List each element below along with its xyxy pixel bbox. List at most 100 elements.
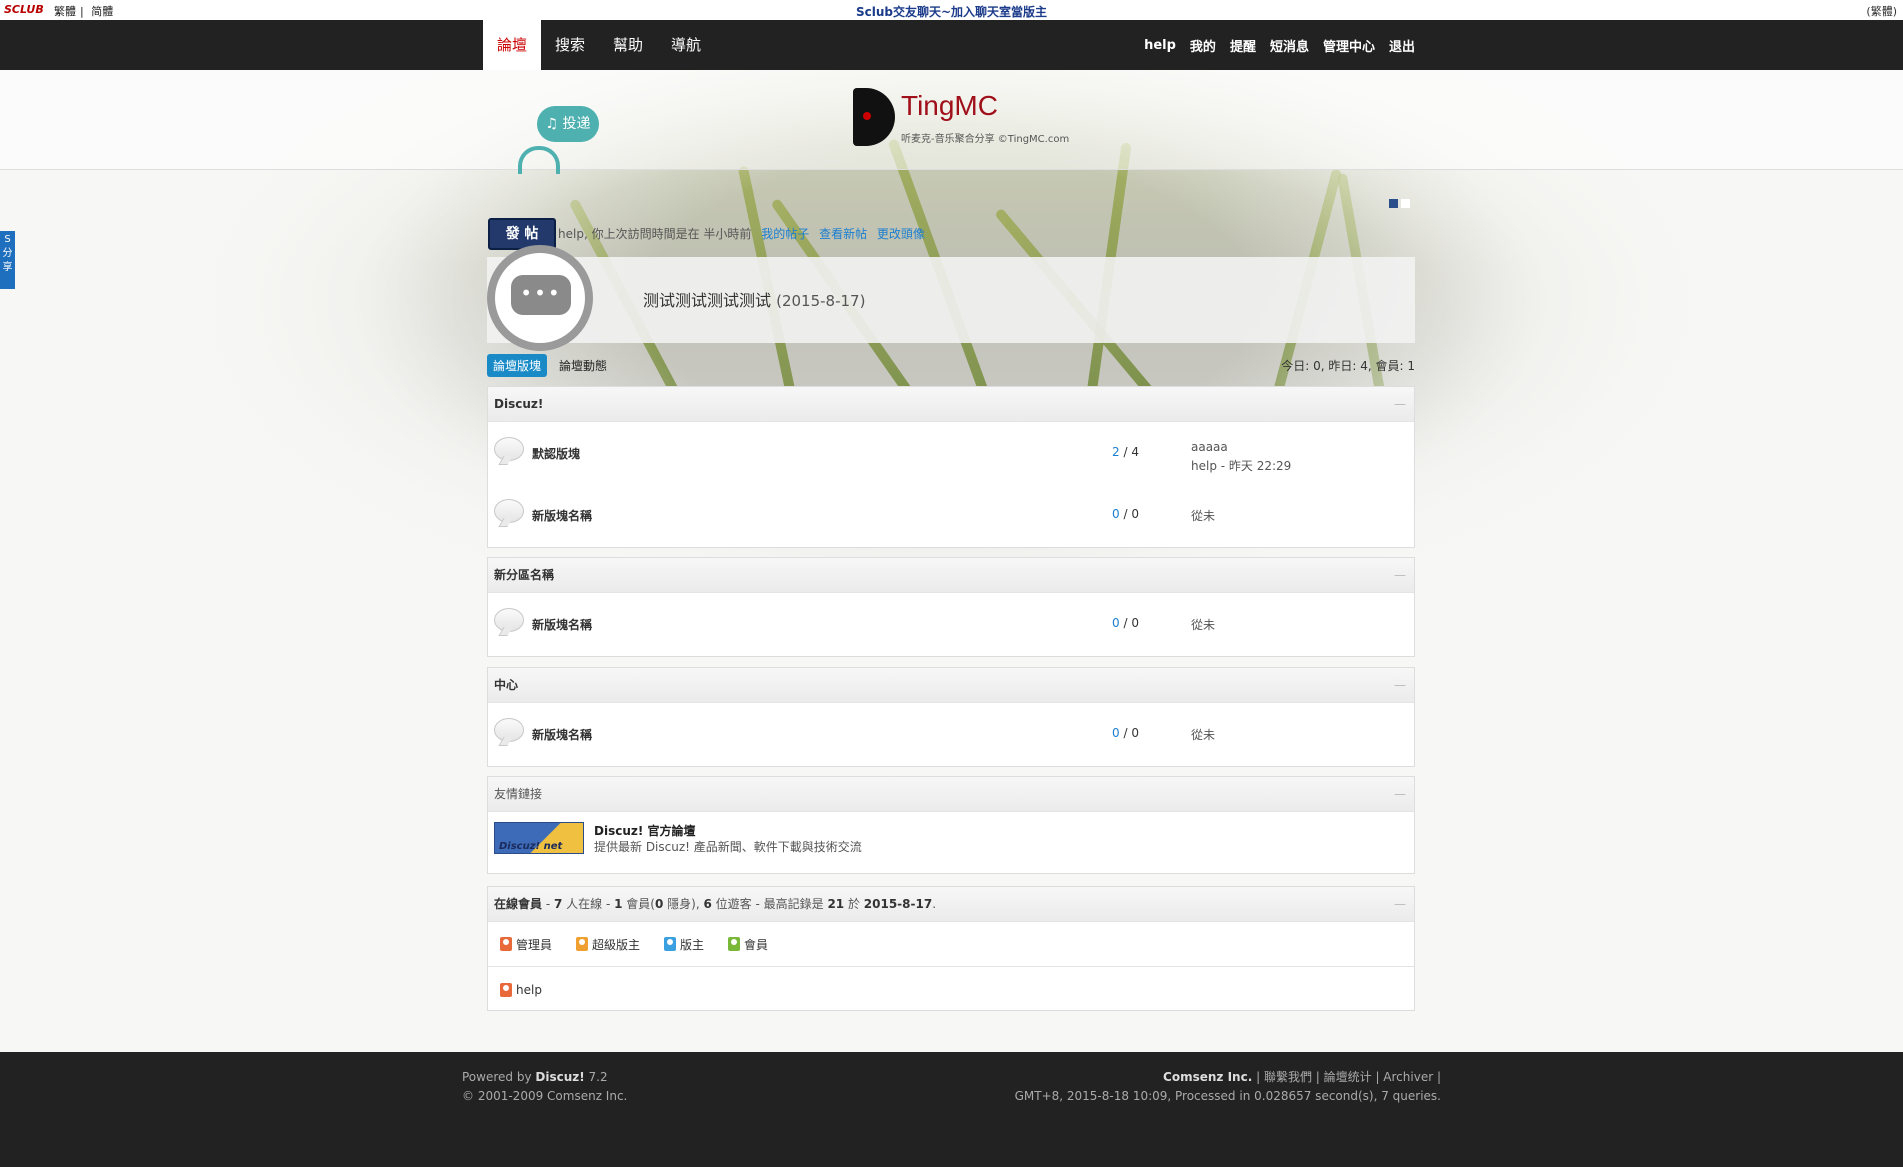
online-label: 在線會員 (494, 897, 543, 911)
forum-bubble-icon (494, 437, 524, 461)
forum-topic-count: 0 (1112, 616, 1120, 630)
top-bar: SCLUB 繁體 | 简體 Sclub交友聊天~加入聊天室當版主 (繁體) (0, 0, 1903, 21)
category-new-section: 新分區名稱 — 新版塊名稱 0 / 0 從未 (487, 557, 1415, 657)
nav-logout[interactable]: 退出 (1389, 36, 1415, 55)
nav-my[interactable]: 我的 (1190, 36, 1216, 55)
category-title[interactable]: 新分區名稱 (494, 568, 554, 582)
footer-left: Powered by Discuz! 7.2 © 2001-2009 Comse… (462, 1068, 627, 1106)
product-link[interactable]: Discuz! (535, 1070, 584, 1084)
forum-last-post: 從未 (1191, 618, 1216, 632)
last-post-title[interactable]: aaaaa (1191, 438, 1291, 457)
super-moderator-user-icon (576, 937, 589, 951)
company-link[interactable]: Comsenz Inc. (1163, 1070, 1252, 1084)
count-separator: / (1119, 445, 1132, 459)
collapse-icon[interactable]: — (1394, 887, 1406, 921)
copyright: © 2001-2009 Comsenz Inc. (462, 1089, 628, 1103)
main-nav: 論壇 搜索 幫助 導航 help 我的 提醒 短消息 管理中心 退出 (0, 20, 1903, 70)
nav-admin-center[interactable]: 管理中心 (1323, 36, 1375, 55)
collapse-icon[interactable]: — (1394, 558, 1406, 592)
slideshow-dots (1389, 199, 1413, 208)
submit-music-button[interactable]: ♫ 投递 (537, 106, 599, 142)
powered-prefix: Powered by (462, 1070, 536, 1084)
legend-moderator: 版主 (664, 936, 704, 953)
admin-user-icon (500, 983, 512, 997)
category-discuz: Discuz! — 默認版塊 2 / 4 aaaaa help - 昨天 22:2… (487, 386, 1415, 548)
forum-view-tabs: 論壇版塊 論壇動態 (487, 354, 619, 377)
category-title[interactable]: Discuz! (494, 397, 543, 411)
announcement-title[interactable]: 测试测试测试测试 (643, 291, 771, 310)
footer-right: Comsenz Inc. | 聯繫我們 | 論壇统计 | Archiver | … (1015, 1068, 1441, 1106)
collapse-icon[interactable]: — (1394, 387, 1406, 421)
top-right-lang[interactable]: (繁體) (1866, 3, 1897, 19)
forum-row: 新版塊名稱 0 / 0 從未 (488, 703, 1414, 765)
forum-topic-count: 2 (1112, 445, 1120, 459)
legend-label: 會員 (744, 937, 769, 952)
nav-forum[interactable]: 論壇 (483, 20, 542, 70)
forum-topic-count: 0 (1112, 726, 1120, 740)
online-text: 隱身), (663, 897, 704, 911)
forum-name[interactable]: 默認版塊 (532, 445, 580, 462)
online-members-header[interactable]: 在線會員 - 7 人在線 - 1 會員(0 隱身), 6 位遊客 - 最高記錄是… (488, 887, 1414, 922)
announcement-panel: ••• 测试测试测试测试 (2015-8-17) (487, 245, 1415, 351)
moderator-user-icon (664, 937, 677, 951)
category-center: 中心 — 新版塊名稱 0 / 0 從未 (487, 667, 1415, 767)
my-posts-link[interactable]: 我的帖子 (761, 227, 809, 241)
member-user-icon (728, 937, 741, 951)
top-banner-link[interactable]: Sclub交友聊天~加入聊天室當版主 (0, 3, 1903, 20)
share-sidebar-tab[interactable]: S 分享 (0, 231, 15, 289)
friend-links-header[interactable]: 友情鏈接 — (488, 777, 1414, 812)
processing-info: GMT+8, 2015-8-18 10:09, Processed in 0.0… (1014, 1089, 1441, 1103)
nav-search[interactable]: 搜索 (541, 20, 599, 70)
friend-link-title[interactable]: Discuz! 官方論壇 (594, 822, 696, 839)
forum-name[interactable]: 新版塊名稱 (532, 726, 592, 743)
nav-notifications[interactable]: 提醒 (1230, 36, 1256, 55)
legend-label: 超級版主 (592, 937, 641, 952)
forum-counts: 0 / 0 (1112, 507, 1139, 521)
announcement-link[interactable]: 测试测试测试测试 (2015-8-17) (643, 287, 865, 311)
friend-links-box: 友情鏈接 — Discuz! net Discuz! 官方論壇 提供最新 Disc… (487, 776, 1415, 874)
count-separator: / (1119, 616, 1132, 630)
nav-help[interactable]: 幫助 (599, 20, 657, 70)
discuz-net-logo[interactable]: Discuz! net (494, 822, 584, 854)
powered-by: Powered by Discuz! 7.2 (462, 1068, 627, 1087)
nav-messages[interactable]: 短消息 (1270, 36, 1309, 55)
online-text: . (932, 897, 937, 911)
online-user-link[interactable]: help (516, 983, 542, 997)
nav-user-menu: help 我的 提醒 短消息 管理中心 退出 (1130, 20, 1415, 70)
forum-row: 默認版塊 2 / 4 aaaaa help - 昨天 22:29 (488, 422, 1414, 484)
forum-bubble-icon (494, 499, 524, 523)
nav-navigation[interactable]: 導航 (657, 20, 715, 70)
forum-stats: 今日: 0, 昨日: 4, 會員: 1 (1281, 359, 1415, 373)
legend-admin: 管理員 (500, 936, 552, 953)
forum-last-post: aaaaa help - 昨天 22:29 (1191, 438, 1291, 476)
legend-member: 會員 (728, 936, 768, 953)
nav-username[interactable]: help (1144, 38, 1176, 53)
forum-post-count: 0 (1131, 726, 1139, 740)
friend-link-description: 提供最新 Discuz! 產品新聞、軟件下載與技術交流 (594, 840, 862, 854)
friend-link-row: Discuz! net Discuz! 官方論壇 提供最新 Discuz! 產品… (488, 812, 1414, 874)
forum-name[interactable]: 新版塊名稱 (532, 616, 592, 633)
last-post-meta[interactable]: help - 昨天 22:29 (1191, 457, 1291, 476)
slide-dot-1[interactable] (1389, 199, 1398, 208)
welcome-message: help, 你上次訪問時間是在 半小時前 我的帖子 查看新帖 更改頭像 (558, 225, 925, 242)
announcement-date: (2015-8-17) (776, 292, 866, 310)
site-name: TingMC (901, 90, 998, 121)
footer-nav-links[interactable]: | 聯繫我們 | 論壇统计 | Archiver | (1252, 1070, 1441, 1084)
category-header[interactable]: Discuz! — (488, 387, 1414, 422)
tab-forum-boards[interactable]: 論壇版塊 (487, 354, 548, 377)
online-guests-count: 6 (703, 897, 712, 911)
user-group-legend: 管理員 超級版主 版主 會員 (488, 922, 1414, 967)
forum-bubble-icon (494, 608, 524, 632)
forum-name[interactable]: 新版塊名稱 (532, 507, 592, 524)
category-title[interactable]: 中心 (494, 678, 518, 692)
category-header[interactable]: 中心 — (488, 668, 1414, 703)
tab-forum-activity[interactable]: 論壇動態 (553, 354, 613, 377)
online-text: 人在線 - (562, 897, 615, 911)
change-avatar-link[interactable]: 更改頭像 (877, 227, 925, 241)
new-posts-link[interactable]: 查看新帖 (819, 227, 867, 241)
collapse-icon[interactable]: — (1394, 777, 1406, 811)
collapse-icon[interactable]: — (1394, 668, 1406, 702)
category-header[interactable]: 新分區名稱 — (488, 558, 1414, 593)
forum-bubble-icon (494, 718, 524, 742)
slide-dot-2[interactable] (1401, 199, 1410, 208)
